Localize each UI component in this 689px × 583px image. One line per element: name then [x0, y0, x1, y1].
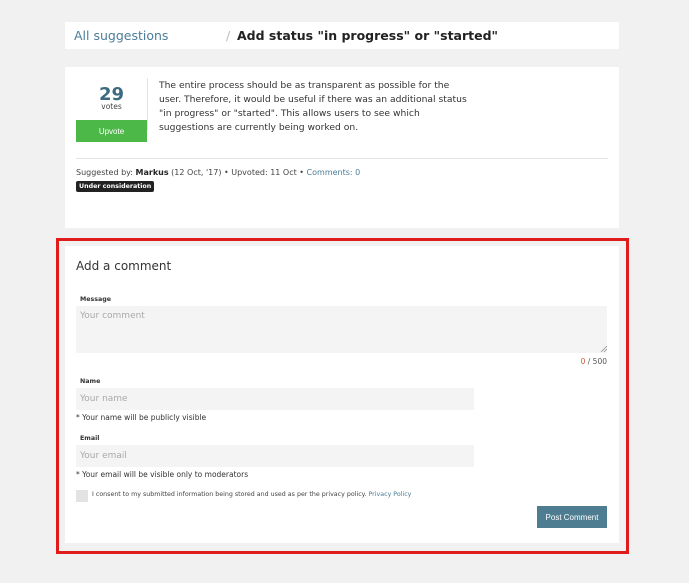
status-badge: Under consideration: [76, 181, 155, 192]
comments-link[interactable]: Comments: 0: [307, 168, 361, 177]
highlight-frame: [56, 238, 629, 554]
meta-details: (12 Oct, '17) • Upvoted: 11 Oct •: [168, 168, 307, 177]
author-name: Markus: [135, 168, 169, 177]
vertical-divider: [147, 78, 148, 130]
suggestion-card: 29 votes Upvote The entire process shoul…: [65, 67, 619, 228]
page-title: Add status "in progress" or "started": [237, 28, 499, 43]
suggestion-description: The entire process should be as transpar…: [159, 80, 467, 133]
all-suggestions-link[interactable]: All suggestions: [74, 28, 168, 43]
votes-label: votes: [101, 102, 122, 111]
breadcrumb: All suggestions / Add status "in progres…: [65, 22, 619, 49]
horizontal-divider: [76, 158, 608, 159]
upvote-button[interactable]: Upvote: [76, 120, 147, 142]
breadcrumb-separator: /: [226, 28, 231, 43]
suggestion-meta: Suggested by: Markus (12 Oct, '17) • Upv…: [76, 168, 360, 177]
meta-prefix: Suggested by:: [76, 168, 136, 177]
